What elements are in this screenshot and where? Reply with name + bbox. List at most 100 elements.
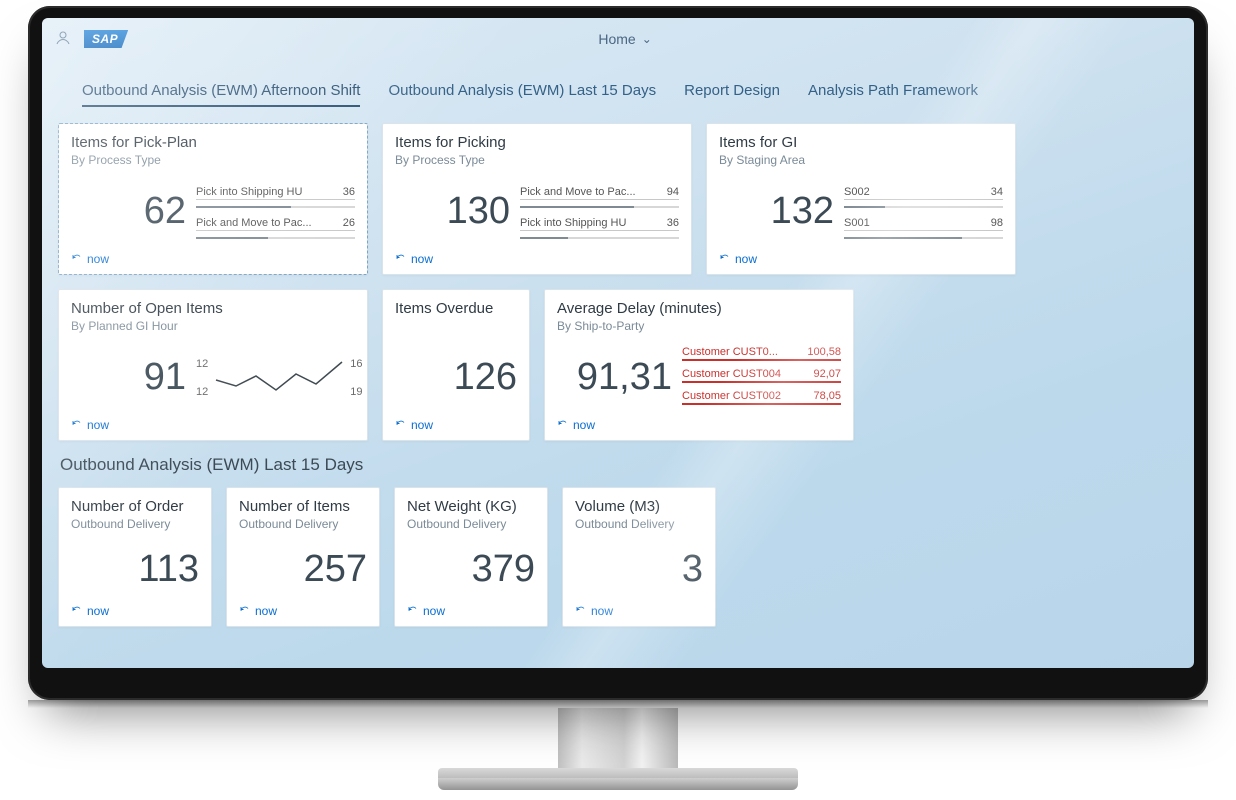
breakdown-value: 94: [667, 186, 679, 198]
tile-title: Number of Order: [71, 498, 199, 515]
tile-items-gi[interactable]: Items for GI By Staging Area 132 S00234 …: [706, 123, 1016, 275]
breakdown-value: 100,58: [807, 346, 841, 358]
refresh-icon: [407, 605, 419, 617]
refresh-label: now: [573, 418, 595, 432]
tile-title: Volume (M3): [575, 498, 703, 515]
tile-subtitle: Outbound Delivery: [239, 517, 367, 531]
anchor-tabs: Outbound Analysis (EWM) Afternoon Shift …: [42, 60, 1194, 113]
refresh-button[interactable]: now: [557, 418, 841, 432]
refresh-button[interactable]: now: [71, 252, 355, 266]
tile-kpi: 379: [407, 548, 535, 591]
refresh-label: now: [411, 418, 433, 432]
breakdown-label: Customer CUST004: [682, 368, 781, 380]
refresh-label: now: [255, 604, 277, 618]
tile-subtitle: By Process Type: [395, 153, 679, 167]
tile-kpi: 3: [575, 548, 703, 591]
refresh-icon: [71, 605, 83, 617]
refresh-icon: [557, 419, 569, 431]
refresh-button[interactable]: now: [407, 604, 535, 618]
refresh-icon: [395, 253, 407, 265]
tab-report-design[interactable]: Report Design: [684, 82, 780, 107]
tile-kpi: 126: [395, 356, 517, 399]
tile-subtitle: Outbound Delivery: [575, 517, 703, 531]
breakdown-value: 26: [343, 217, 355, 229]
tile-net-weight[interactable]: Net Weight (KG) Outbound Delivery 379 no…: [394, 487, 548, 627]
tile-subtitle: By Ship-to-Party: [557, 319, 841, 333]
monitor-bezel: SAP Home ⌄ Outbound Analysis (EWM) After…: [28, 6, 1208, 700]
tile-number-items[interactable]: Number of Items Outbound Delivery 257 no…: [226, 487, 380, 627]
breakdown-label: Customer CUST002: [682, 390, 781, 402]
tile-title: Number of Open Items: [71, 300, 355, 317]
tile-volume[interactable]: Volume (M3) Outbound Delivery 3 now: [562, 487, 716, 627]
refresh-icon: [575, 605, 587, 617]
refresh-button[interactable]: now: [71, 604, 199, 618]
tile-kpi: 130: [395, 190, 510, 233]
tile-subtitle: By Staging Area: [719, 153, 1003, 167]
refresh-label: now: [87, 252, 109, 266]
refresh-label: now: [591, 604, 613, 618]
refresh-button[interactable]: now: [575, 604, 703, 618]
spark-label: 19: [350, 386, 362, 398]
breakdown-value: 98: [991, 217, 1003, 229]
tile-title: Net Weight (KG): [407, 498, 535, 515]
monitor-neck: [558, 708, 678, 768]
breakdown-label: Pick and Move to Pac...: [196, 217, 312, 229]
tile-average-delay[interactable]: Average Delay (minutes) By Ship-to-Party…: [544, 289, 854, 441]
tile-subtitle: By Process Type: [71, 153, 355, 167]
breakdown-label: Pick into Shipping HU: [196, 186, 302, 198]
tab-analysis-path[interactable]: Analysis Path Framework: [808, 82, 978, 107]
tile-row-2: Number of Open Items By Planned GI Hour …: [58, 289, 1178, 441]
refresh-label: now: [423, 604, 445, 618]
chevron-down-icon: ⌄: [642, 32, 652, 46]
breakdown-label: S002: [844, 186, 870, 198]
tile-kpi: 91: [71, 356, 186, 399]
refresh-button[interactable]: now: [395, 418, 517, 432]
tile-kpi: 113: [71, 548, 199, 591]
refresh-icon: [719, 253, 731, 265]
tab-afternoon-shift[interactable]: Outbound Analysis (EWM) Afternoon Shift: [82, 82, 360, 107]
tile-number-order[interactable]: Number of Order Outbound Delivery 113 no…: [58, 487, 212, 627]
tile-subtitle: By Planned GI Hour: [71, 319, 355, 333]
tile-items-picking[interactable]: Items for Picking By Process Type 130 Pi…: [382, 123, 692, 275]
tile-row-3: Number of Order Outbound Delivery 113 no…: [58, 487, 1178, 627]
section-title-last15: Outbound Analysis (EWM) Last 15 Days: [60, 455, 1178, 475]
tab-label: Outbound Analysis (EWM): [82, 82, 258, 99]
tile-subtitle: Outbound Delivery: [71, 517, 199, 531]
tile-title: Items for GI: [719, 134, 1003, 151]
launchpad-content: Items for Pick-Plan By Process Type 62 P…: [42, 113, 1194, 659]
refresh-button[interactable]: now: [395, 252, 679, 266]
refresh-label: now: [87, 418, 109, 432]
refresh-label: now: [735, 252, 757, 266]
refresh-button[interactable]: now: [71, 418, 355, 432]
breakdown-label: Pick and Move to Pac...: [520, 186, 636, 198]
tile-row-1: Items for Pick-Plan By Process Type 62 P…: [58, 123, 1178, 275]
shell-bar: SAP Home ⌄: [42, 18, 1194, 60]
tile-items-overdue[interactable]: Items Overdue 126 now: [382, 289, 530, 441]
sparkline: 12 12 16 19: [196, 356, 363, 400]
tile-items-pick-plan[interactable]: Items for Pick-Plan By Process Type 62 P…: [58, 123, 368, 275]
monitor-mockup: SAP Home ⌄ Outbound Analysis (EWM) After…: [28, 6, 1208, 790]
tile-open-items[interactable]: Number of Open Items By Planned GI Hour …: [58, 289, 368, 441]
refresh-button[interactable]: now: [239, 604, 367, 618]
user-icon[interactable]: [54, 29, 72, 50]
home-dropdown[interactable]: Home ⌄: [128, 31, 1122, 47]
spark-label: 16: [350, 358, 362, 370]
tile-breakdown: Pick into Shipping HU 36 Pick and Move to…: [196, 185, 355, 239]
tile-title: Items for Pick-Plan: [71, 134, 355, 151]
tile-title: Items Overdue: [395, 300, 517, 317]
tab-label-accent: Afternoon Shift: [258, 82, 361, 99]
tile-title: Average Delay (minutes): [557, 300, 841, 317]
breakdown-label: Customer CUST0...: [682, 346, 778, 358]
refresh-button[interactable]: now: [719, 252, 1003, 266]
tile-kpi: 257: [239, 548, 367, 591]
tile-subtitle: [395, 319, 517, 333]
refresh-icon: [239, 605, 251, 617]
breakdown-value: 36: [343, 186, 355, 198]
tab-last-15-days[interactable]: Outbound Analysis (EWM) Last 15 Days: [388, 82, 656, 107]
spark-label: 12: [196, 386, 208, 398]
refresh-icon: [71, 253, 83, 265]
tile-kpi: 132: [719, 190, 834, 233]
tile-kpi: 62: [71, 190, 186, 233]
tile-title: Items for Picking: [395, 134, 679, 151]
breakdown-value: 92,07: [813, 368, 841, 380]
